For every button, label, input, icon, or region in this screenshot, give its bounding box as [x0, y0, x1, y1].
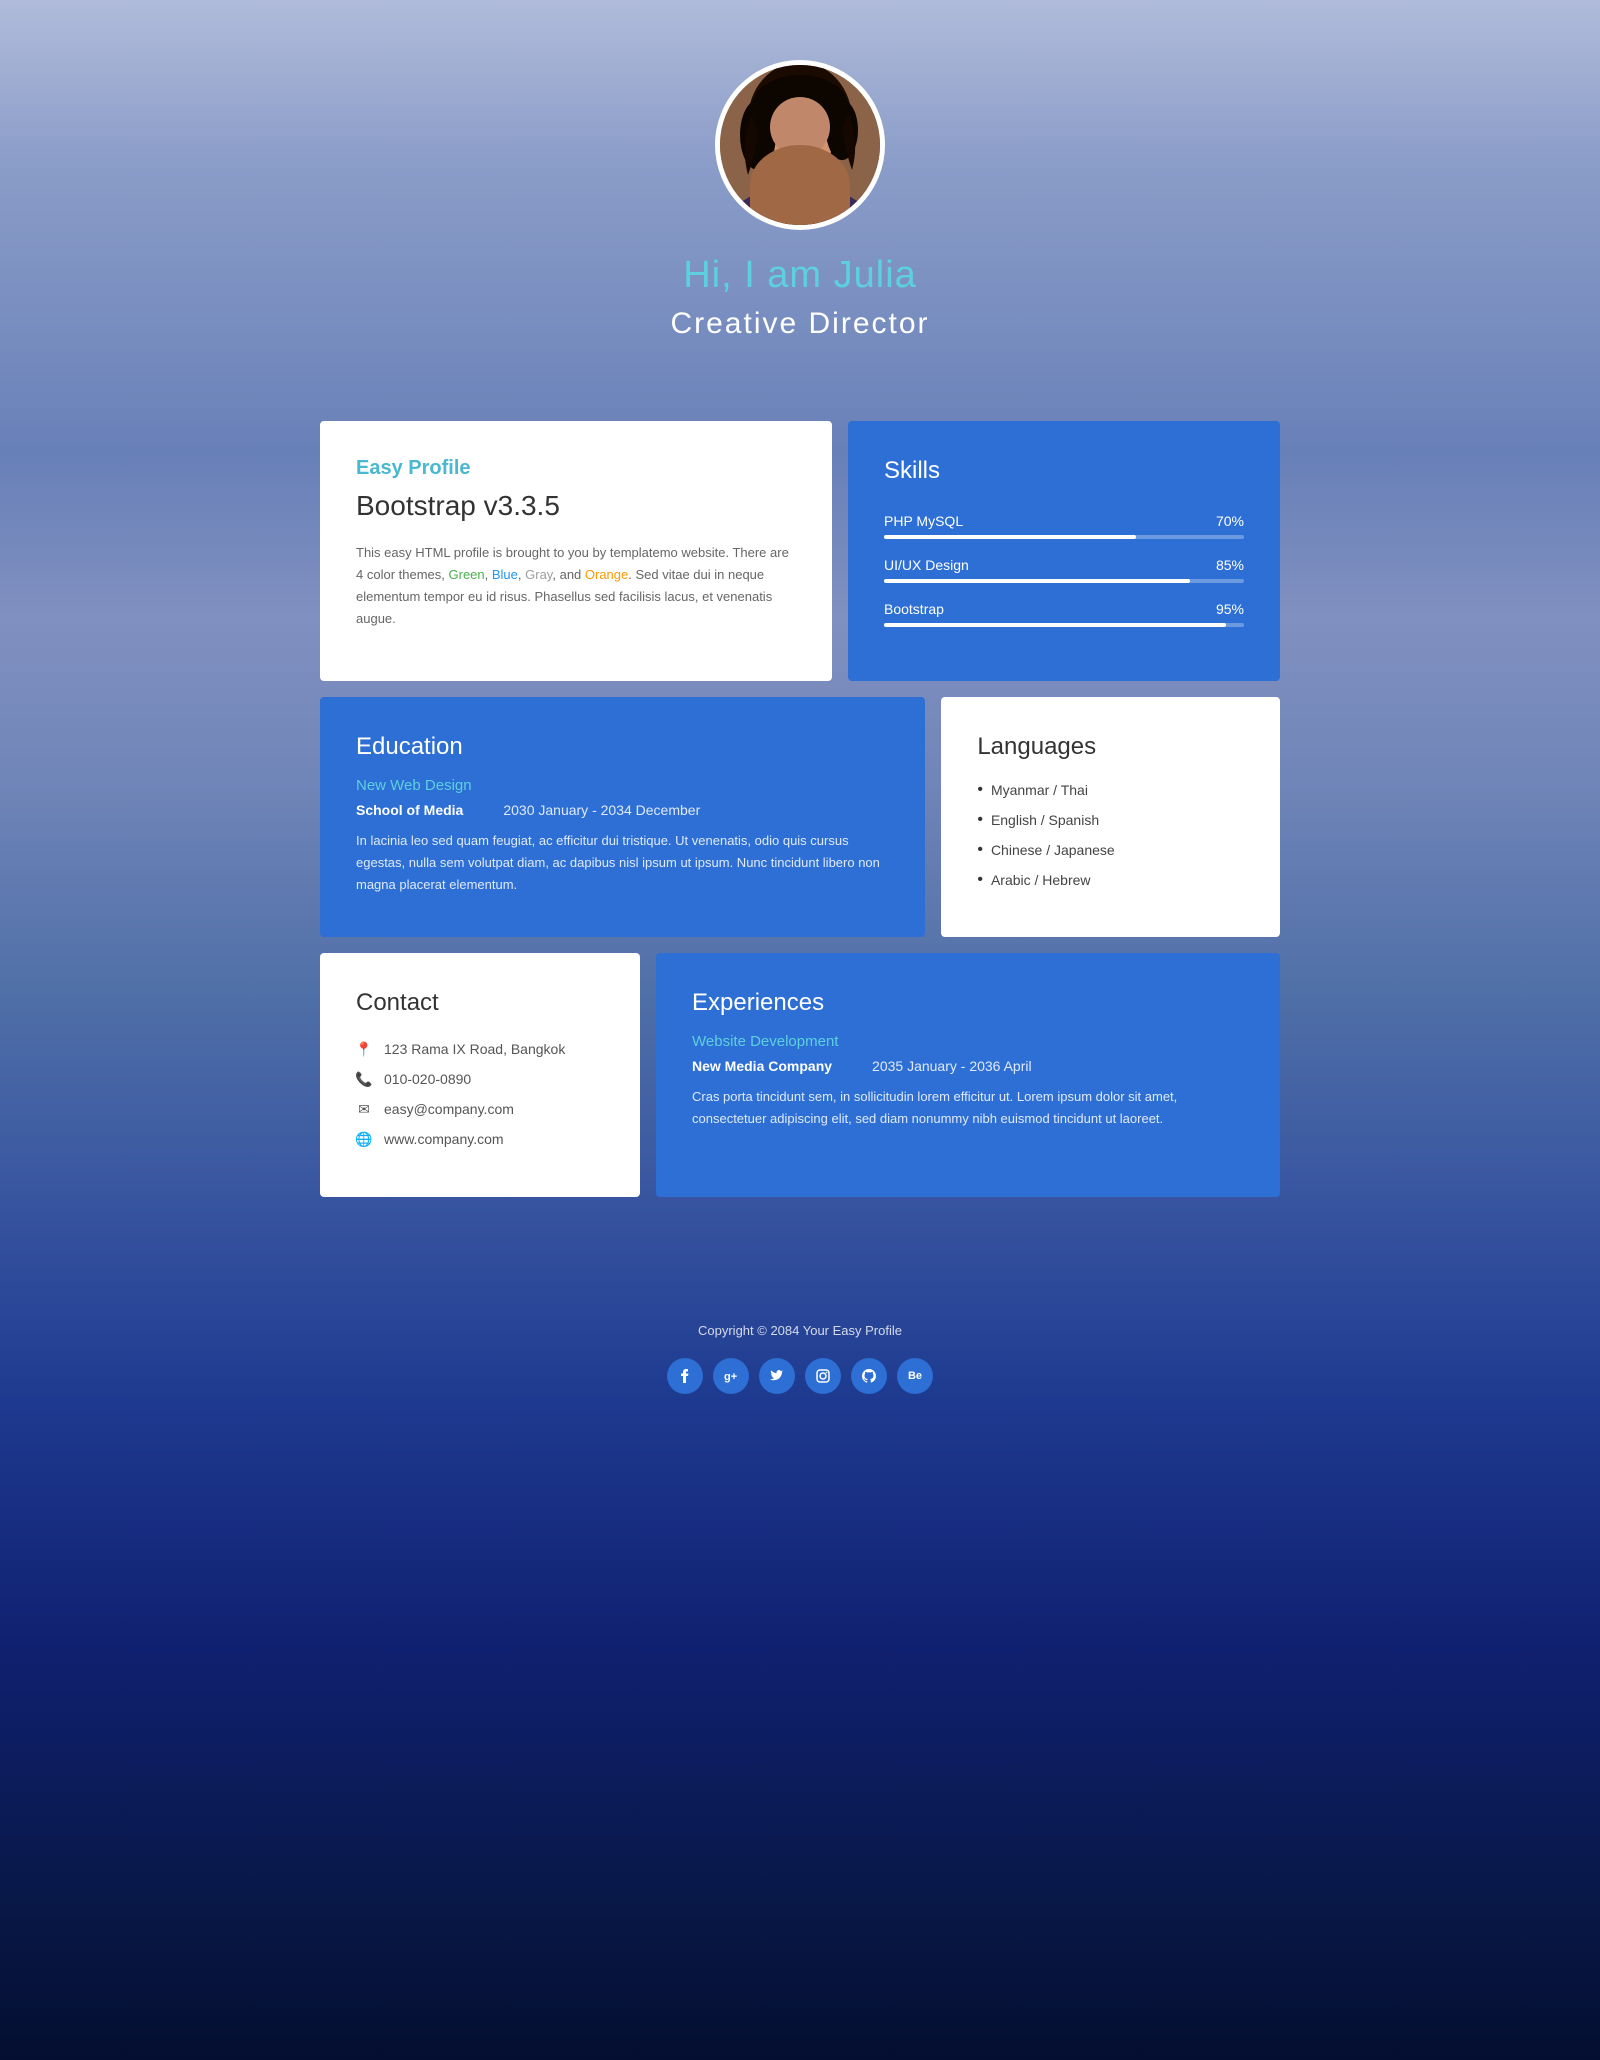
social-behance[interactable]: Be	[897, 1358, 933, 1394]
experiences-card: Experiences Website Development New Medi…	[656, 953, 1280, 1197]
education-subtitle: New Web Design	[356, 777, 889, 794]
contact-address-text: 123 Rama IX Road, Bangkok	[384, 1041, 565, 1057]
languages-list: Myanmar / Thai English / Spanish Chinese…	[977, 781, 1244, 889]
experiences-dates: 2035 January - 2036 April	[872, 1058, 1032, 1074]
easy-profile-title: Easy Profile	[356, 457, 796, 480]
skill-uiux-name: UI/UX Design	[884, 557, 969, 573]
education-school-row: School of Media 2030 January - 2034 Dece…	[356, 802, 889, 818]
education-description: In lacinia leo sed quam feugiat, ac effi…	[356, 830, 889, 896]
main-content: Easy Profile Bootstrap v3.3.5 This easy …	[300, 421, 1300, 1273]
skill-bootstrap-bar-fill	[884, 623, 1226, 627]
lang-myanmar: Myanmar / Thai	[977, 781, 1244, 799]
experiences-company-row: New Media Company 2035 January - 2036 Ap…	[692, 1058, 1244, 1074]
skill-uiux-header: UI/UX Design 85%	[884, 557, 1244, 573]
skill-php-name: PHP MySQL	[884, 513, 963, 529]
skill-php-bar-fill	[884, 535, 1136, 539]
skill-uiux: UI/UX Design 85%	[884, 557, 1244, 583]
contact-website-text: www.company.com	[384, 1131, 504, 1147]
skill-uiux-bar-fill	[884, 579, 1190, 583]
contact-email-text: easy@company.com	[384, 1101, 514, 1117]
skill-uiux-percent: 85%	[1216, 557, 1244, 573]
row-1: Easy Profile Bootstrap v3.3.5 This easy …	[320, 421, 1280, 681]
hero-greeting: Hi, I am Julia	[20, 254, 1580, 297]
experiences-description: Cras porta tincidunt sem, in sollicitudi…	[692, 1086, 1244, 1130]
hero-title: Creative Director	[20, 307, 1580, 341]
avatar	[715, 60, 885, 230]
social-github[interactable]	[851, 1358, 887, 1394]
color-blue: Blue	[492, 567, 518, 582]
experiences-title: Experiences	[692, 989, 1244, 1017]
contact-card: Contact 📍 123 Rama IX Road, Bangkok 📞 01…	[320, 953, 640, 1197]
skill-bootstrap: Bootstrap 95%	[884, 601, 1244, 627]
skill-bootstrap-name: Bootstrap	[884, 601, 944, 617]
experiences-subtitle: Website Development	[692, 1033, 1244, 1050]
contact-phone-text: 010-020-0890	[384, 1071, 471, 1087]
globe-icon: 🌐	[356, 1131, 372, 1147]
social-icons-row: g+ Be	[20, 1358, 1580, 1394]
skills-card: Skills PHP MySQL 70% UI/UX Design 85%	[848, 421, 1280, 681]
behance-label: Be	[908, 1370, 922, 1382]
hero-section: Hi, I am Julia Creative Director	[0, 0, 1600, 421]
education-title: Education	[356, 733, 889, 761]
avatar-image	[720, 65, 880, 225]
footer: Copyright © 2084 Your Easy Profile g+	[0, 1273, 1600, 1434]
social-facebook[interactable]	[667, 1358, 703, 1394]
easy-profile-description: This easy HTML profile is brought to you…	[356, 542, 796, 630]
social-twitter[interactable]	[759, 1358, 795, 1394]
contact-phone: 📞 010-020-0890	[356, 1071, 604, 1087]
skill-bootstrap-header: Bootstrap 95%	[884, 601, 1244, 617]
education-school: School of Media	[356, 802, 463, 818]
row-3: Contact 📍 123 Rama IX Road, Bangkok 📞 01…	[320, 953, 1280, 1197]
skill-php-bar-bg	[884, 535, 1244, 539]
skill-bootstrap-bar-bg	[884, 623, 1244, 627]
easy-profile-card: Easy Profile Bootstrap v3.3.5 This easy …	[320, 421, 832, 681]
phone-icon: 📞	[356, 1071, 372, 1087]
social-google-plus[interactable]: g+	[713, 1358, 749, 1394]
row-2: Education New Web Design School of Media…	[320, 697, 1280, 937]
email-icon: ✉	[356, 1101, 372, 1117]
education-card: Education New Web Design School of Media…	[320, 697, 925, 937]
color-orange: Orange	[585, 567, 628, 582]
skill-php: PHP MySQL 70%	[884, 513, 1244, 539]
social-instagram[interactable]	[805, 1358, 841, 1394]
lang-arabic: Arabic / Hebrew	[977, 871, 1244, 889]
easy-profile-subtitle: Bootstrap v3.3.5	[356, 490, 796, 522]
color-gray: Gray	[525, 567, 552, 582]
skill-php-header: PHP MySQL 70%	[884, 513, 1244, 529]
languages-card: Languages Myanmar / Thai English / Spani…	[941, 697, 1280, 937]
location-icon: 📍	[356, 1041, 372, 1057]
contact-title: Contact	[356, 989, 604, 1017]
lang-english: English / Spanish	[977, 811, 1244, 829]
skill-php-percent: 70%	[1216, 513, 1244, 529]
color-green: Green	[449, 567, 485, 582]
svg-text:g+: g+	[724, 1371, 737, 1383]
education-dates: 2030 January - 2034 December	[503, 802, 700, 818]
lang-chinese: Chinese / Japanese	[977, 841, 1244, 859]
skill-bootstrap-percent: 95%	[1216, 601, 1244, 617]
contact-address: 📍 123 Rama IX Road, Bangkok	[356, 1041, 604, 1057]
footer-copyright: Copyright © 2084 Your Easy Profile	[20, 1323, 1580, 1338]
skill-uiux-bar-bg	[884, 579, 1244, 583]
contact-website: 🌐 www.company.com	[356, 1131, 604, 1147]
skills-title: Skills	[884, 457, 1244, 485]
contact-email: ✉ easy@company.com	[356, 1101, 604, 1117]
experiences-company: New Media Company	[692, 1058, 832, 1074]
languages-title: Languages	[977, 733, 1244, 761]
